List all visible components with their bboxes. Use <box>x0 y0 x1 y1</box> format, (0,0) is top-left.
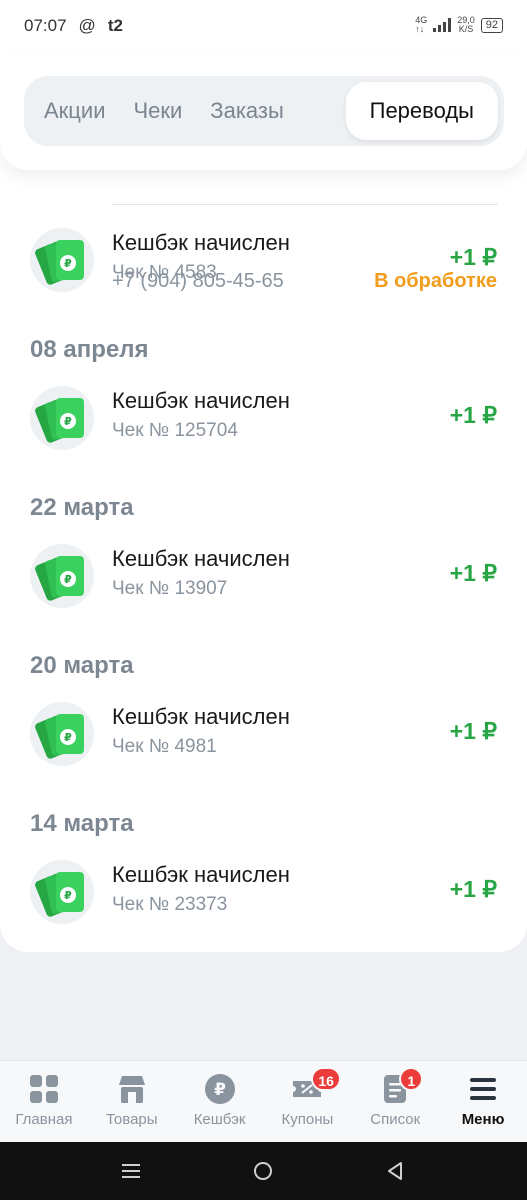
row-amount: +1 ₽ <box>449 718 497 744</box>
row-receipt: Чек № 13907 <box>112 578 228 599</box>
at-icon: @ <box>78 16 96 35</box>
row-amount: +1 ₽ <box>449 876 497 902</box>
signal-icon <box>433 18 452 32</box>
grid-icon <box>28 1073 60 1105</box>
nav-home[interactable]: Главная <box>0 1061 88 1142</box>
carrier-label: t2 <box>107 16 123 35</box>
date-header: 22 марта <box>30 494 134 521</box>
nav-list[interactable]: 1 Список <box>351 1061 439 1142</box>
status-right: 4G ↑↓ 29,0 K/S 92 <box>415 16 503 34</box>
battery-level: 92 <box>485 18 498 31</box>
status-bar: 07:07 @ t2 4G ↑↓ 29,0 K/S 92 <box>0 0 527 52</box>
row-title: Кешбэк начислен <box>112 704 290 729</box>
cashback-row[interactable]: ₽ Кешбэк начислен Чек № 4981 +1 ₽ <box>0 694 527 774</box>
bottom-nav: Главная Товары ₽ Кешбэк 16 Купоны 1 Спис… <box>0 1060 527 1142</box>
row-amount: +1 ₽ <box>449 244 497 270</box>
coupons-badge: 16 <box>311 1067 341 1091</box>
nav-label: Товары <box>105 1111 158 1128</box>
svg-text:₽: ₽ <box>64 257 72 270</box>
row-amount: +1 ₽ <box>449 560 497 586</box>
svg-text:₽: ₽ <box>64 415 72 428</box>
cash-icon: ₽ <box>30 386 94 450</box>
row-title: Кешбэк начислен <box>112 388 290 413</box>
date-header: 20 марта <box>30 652 134 679</box>
row-title: Кешбэк начислен <box>112 862 290 887</box>
row-receipt: Чек № 23373 <box>112 894 228 915</box>
system-nav-bar <box>0 1142 527 1200</box>
tab-receipts[interactable]: Чеки <box>119 82 196 140</box>
back-triangle-icon[interactable] <box>382 1158 408 1184</box>
nav-label: Главная <box>15 1111 73 1128</box>
transactions-card: +7 (904) 805-45-65 В обработке ₽ Кешбэк … <box>0 52 527 952</box>
status-time: 07:07 <box>24 16 67 35</box>
cash-icon: ₽ <box>30 228 94 292</box>
battery-icon: 92 <box>480 17 503 33</box>
network-indicator: 4G ↑↓ <box>415 16 427 34</box>
row-amount: +1 ₽ <box>449 402 497 428</box>
row-receipt: Чек № 4583 <box>112 262 217 283</box>
cash-icon: ₽ <box>30 702 94 766</box>
tab-transfers[interactable]: Переводы <box>345 82 498 140</box>
date-header: 08 апреля <box>30 336 149 363</box>
cash-icon: ₽ <box>30 544 94 608</box>
row-title: Кешбэк начислен <box>112 546 290 571</box>
nav-label: Купоны <box>281 1111 334 1128</box>
cashback-row[interactable]: ₽ Кешбэк начислен Чек № 4583 +1 ₽ <box>0 220 527 300</box>
status-left: 07:07 @ t2 <box>24 16 123 36</box>
tabs-header: Акции Чеки Заказы Переводы <box>0 52 527 170</box>
cash-icon: ₽ <box>30 860 94 924</box>
nav-label: Меню <box>461 1111 505 1128</box>
nav-menu[interactable]: Меню <box>439 1061 527 1142</box>
hamburger-icon <box>467 1073 499 1105</box>
nav-label: Список <box>370 1111 421 1128</box>
row-title: Кешбэк начислен <box>112 230 290 255</box>
recent-apps-icon[interactable] <box>118 1158 144 1184</box>
segmented-tabs: Акции Чеки Заказы Переводы <box>24 76 504 146</box>
nav-products[interactable]: Товары <box>88 1061 176 1142</box>
cashback-row[interactable]: ₽ Кешбэк начислен Чек № 23373 +1 ₽ <box>0 852 527 932</box>
date-header: 14 марта <box>30 810 134 837</box>
speed-unit: K/S <box>458 24 474 34</box>
network-arrows: ↑↓ <box>415 24 425 34</box>
ruble-coin-icon: ₽ <box>204 1073 236 1105</box>
home-circle-icon[interactable] <box>250 1158 276 1184</box>
row-receipt: Чек № 4981 <box>112 736 217 757</box>
row-receipt: Чек № 125704 <box>112 420 238 441</box>
nav-label: Кешбэк <box>193 1111 246 1128</box>
svg-text:₽: ₽ <box>64 889 72 902</box>
svg-text:₽: ₽ <box>64 573 72 586</box>
tab-orders[interactable]: Заказы <box>196 82 298 140</box>
cashback-row[interactable]: ₽ Кешбэк начислен Чек № 125704 +1 ₽ <box>0 378 527 458</box>
cashback-row[interactable]: ₽ Кешбэк начислен Чек № 13907 +1 ₽ <box>0 536 527 616</box>
nav-cashback[interactable]: ₽ Кешбэк <box>176 1061 264 1142</box>
nav-coupons[interactable]: 16 Купоны <box>263 1061 351 1142</box>
svg-text:₽: ₽ <box>214 1080 226 1100</box>
shop-icon <box>116 1073 148 1105</box>
tab-promotions[interactable]: Акции <box>30 82 119 140</box>
list-badge: 1 <box>399 1067 424 1091</box>
svg-text:₽: ₽ <box>64 731 72 744</box>
row-divider <box>112 204 498 205</box>
network-speed: 29,0 K/S <box>457 16 475 34</box>
